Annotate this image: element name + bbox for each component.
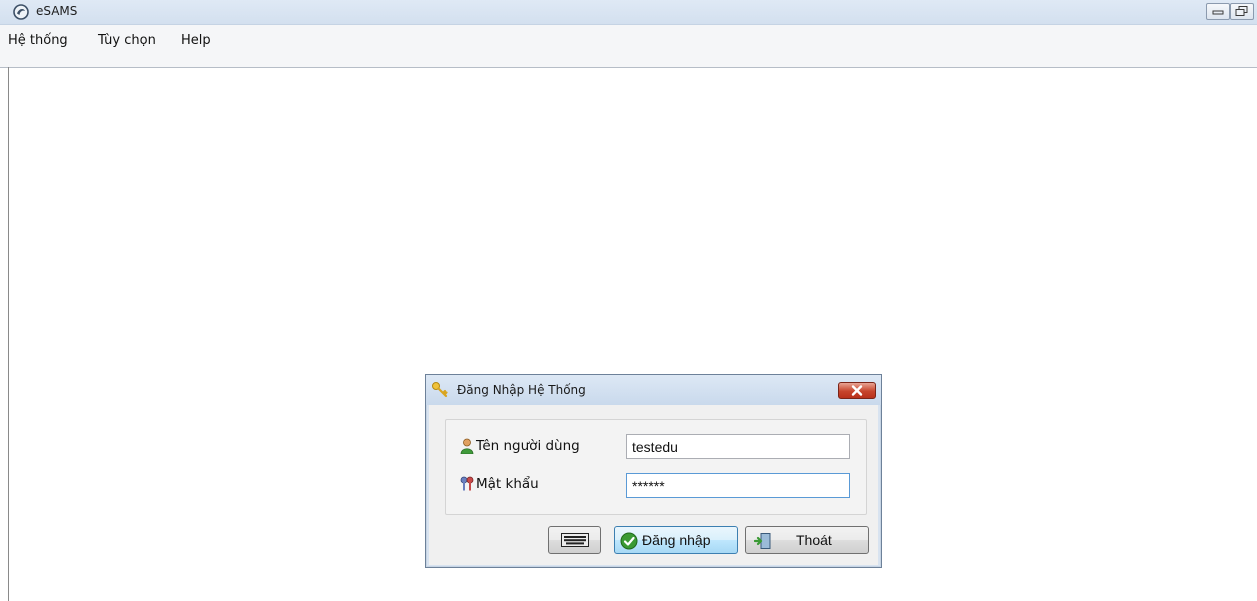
login-form: Tên người dùng Mật khẩu	[445, 419, 867, 515]
exit-button-label: Thoát	[796, 532, 832, 548]
window-titlebar: eSAMS	[0, 0, 1257, 25]
keys-icon	[460, 476, 474, 491]
login-dialog: Đăng Nhập Hệ Thống Tên người dùng Mật k	[425, 374, 882, 568]
menu-item-system[interactable]: Hệ thống	[8, 33, 68, 48]
dialog-title: Đăng Nhập Hệ Thống	[457, 383, 586, 397]
username-label: Tên người dùng	[476, 438, 580, 454]
menu-item-options[interactable]: Tùy chọn	[98, 33, 156, 48]
login-button-label: Đăng nhập	[642, 532, 711, 548]
exit-button[interactable]: Thoát	[745, 526, 869, 554]
user-icon	[460, 438, 474, 454]
menu-bar: Hệ thống Tùy chọn Help	[0, 25, 1257, 68]
exit-door-icon	[754, 533, 771, 549]
menu-item-help[interactable]: Help	[181, 33, 211, 48]
dialog-body: Tên người dùng Mật khẩu	[429, 405, 878, 565]
username-input[interactable]	[626, 434, 850, 459]
keyboard-icon	[561, 533, 589, 547]
password-label: Mật khẩu	[476, 476, 539, 492]
app-title: eSAMS	[36, 4, 78, 18]
dialog-titlebar: Đăng Nhập Hệ Thống	[426, 375, 881, 405]
restore-icon	[1235, 6, 1248, 16]
check-circle-icon	[620, 532, 638, 550]
minimize-button[interactable]	[1206, 3, 1230, 20]
key-icon	[432, 382, 448, 398]
password-input[interactable]	[626, 473, 850, 498]
virtual-keyboard-button[interactable]	[548, 526, 601, 554]
dialog-close-button[interactable]	[838, 382, 876, 399]
login-button[interactable]: Đăng nhập	[614, 526, 738, 554]
minimize-icon	[1212, 10, 1224, 15]
globe-icon	[13, 4, 29, 20]
window-left-border	[8, 67, 9, 601]
restore-button[interactable]	[1230, 3, 1254, 20]
close-icon	[851, 385, 863, 396]
